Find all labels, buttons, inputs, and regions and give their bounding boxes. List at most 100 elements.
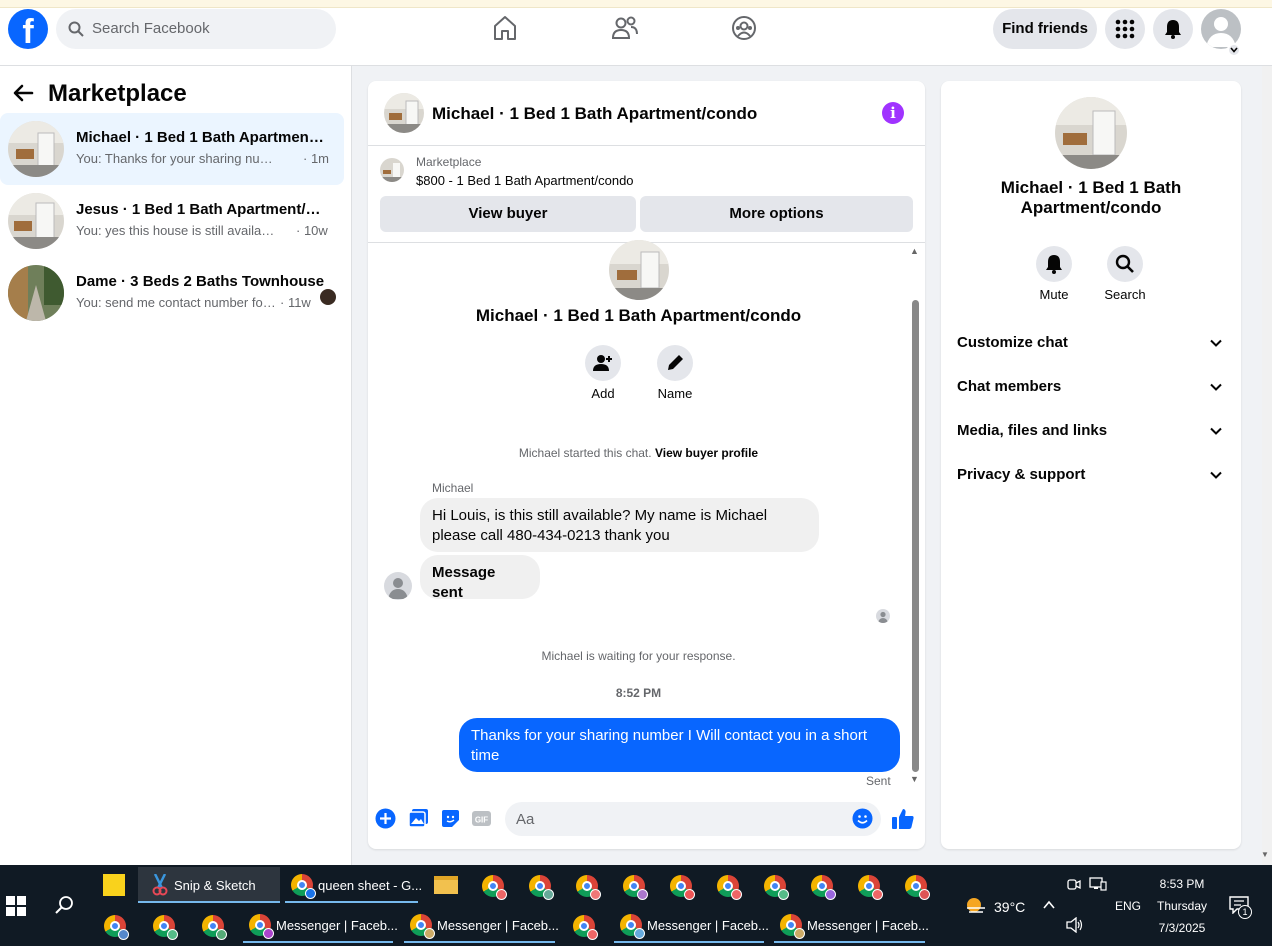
taskbar-chrome-queen-sheet[interactable]: queen sheet - G...	[285, 867, 422, 903]
chrome-icon[interactable]	[529, 875, 554, 900]
chrome-icon[interactable]	[573, 915, 598, 940]
search-facebook-input[interactable]: Search Facebook	[56, 9, 336, 49]
more-options-button[interactable]: More options	[640, 196, 913, 232]
conversation-preview: You: Thanks for your sharing number ...	[76, 151, 281, 166]
notifications-button[interactable]	[1153, 9, 1193, 49]
name-button[interactable]	[657, 345, 693, 381]
thumbs-up-icon[interactable]	[891, 807, 915, 831]
customize-chat-row[interactable]: Customize chat	[957, 334, 1227, 354]
incoming-message[interactable]: Message sent	[420, 555, 540, 601]
info-icon[interactable]: i	[882, 102, 904, 124]
conversation-time: · 10w	[296, 223, 328, 238]
sticky-notes-icon[interactable]	[103, 874, 125, 896]
row-label: Privacy & support	[957, 466, 1086, 483]
taskbar-messenger-window[interactable]: Messenger | Faceb...	[404, 907, 559, 943]
groups-icon[interactable]	[730, 14, 758, 42]
media-files-links-row[interactable]: Media, files and links	[957, 422, 1227, 442]
search-chat-button[interactable]	[1107, 246, 1143, 282]
emoji-icon[interactable]	[852, 808, 873, 829]
sender-avatar[interactable]	[384, 572, 412, 600]
clock-date[interactable]: 7/3/2025	[1152, 921, 1212, 935]
scroll-down-arrow[interactable]: ▼	[910, 774, 919, 784]
chrome-icon[interactable]	[905, 875, 930, 900]
file-explorer-icon[interactable]	[434, 876, 458, 894]
chrome-icon[interactable]	[670, 875, 695, 900]
chat-header-title[interactable]: Michael · 1 Bed 1 Bath Apartment/condo	[432, 104, 757, 124]
menu-button[interactable]	[1105, 9, 1145, 49]
volume-icon[interactable]	[1066, 917, 1084, 933]
taskbar-label: queen sheet - G...	[318, 878, 423, 893]
sender-name: Michael	[432, 481, 474, 495]
weather-temperature[interactable]: 39°C	[994, 899, 1025, 915]
page-scrollbar[interactable]	[1262, 66, 1272, 866]
facebook-logo[interactable]: f	[8, 9, 48, 49]
windows-start-icon[interactable]	[6, 896, 26, 916]
privacy-support-row[interactable]: Privacy & support	[957, 466, 1227, 486]
account-chevron[interactable]	[1227, 43, 1241, 57]
chat-started-notice: Michael started this chat. View buyer pr…	[368, 446, 909, 460]
conversation-item[interactable]: Jesus · 1 Bed 1 Bath Apartment/co... You…	[0, 185, 344, 257]
outgoing-message[interactable]: Thanks for your sharing number I Will co…	[459, 718, 900, 772]
find-friends-button[interactable]: Find friends	[993, 9, 1097, 49]
clock-time[interactable]: 8:53 PM	[1152, 877, 1212, 891]
gif-icon[interactable]: GIF	[471, 808, 492, 829]
chrome-icon[interactable]	[623, 875, 648, 900]
view-buyer-button[interactable]: View buyer	[380, 196, 636, 232]
taskbar-search-icon[interactable]	[54, 895, 74, 915]
taskbar-snip-sketch[interactable]: Snip & Sketch	[138, 867, 280, 903]
conversation-preview: You: yes this house is still available f…	[76, 223, 281, 238]
chat-members-row[interactable]: Chat members	[957, 378, 1227, 398]
chat-scrollbar-thumb[interactable]	[912, 300, 919, 772]
chrome-icon[interactable]	[153, 915, 178, 940]
conversation-item[interactable]: Dame · 3 Beds 2 Baths Townhouse You: sen…	[0, 257, 344, 329]
taskbar-messenger-window[interactable]: Messenger | Faceb...	[243, 907, 398, 943]
chevron-down-icon	[1210, 339, 1222, 347]
incoming-message[interactable]: Hi Louis, is this still available? My na…	[420, 498, 819, 552]
details-thumbnail	[1055, 97, 1127, 169]
clock-day[interactable]: Thursday	[1152, 899, 1212, 913]
listing-small-thumbnail	[380, 158, 404, 182]
add-person-icon	[593, 355, 612, 371]
chevron-down-icon	[1210, 471, 1222, 479]
conversation-item[interactable]: Michael · 1 Bed 1 Bath Apartment/... You…	[0, 113, 344, 185]
message-input[interactable]: Aa	[505, 802, 881, 836]
listing-price: $800 - 1 Bed 1 Bath Apartment/condo	[416, 173, 634, 188]
taskbar-messenger-window[interactable]: Messenger | Faceb...	[774, 907, 929, 943]
chrome-icon[interactable]	[764, 875, 789, 900]
search-placeholder: Search Facebook	[92, 20, 210, 37]
friends-icon[interactable]	[611, 14, 639, 42]
notification-count-badge: 1	[1238, 905, 1252, 919]
back-arrow-icon[interactable]	[12, 83, 34, 103]
chrome-icon[interactable]	[717, 875, 742, 900]
page-scroll-down-arrow[interactable]: ▼	[1261, 850, 1269, 859]
taskbar-label: Messenger | Faceb...	[647, 918, 769, 933]
chevron-down-icon	[1210, 427, 1222, 435]
plus-circle-icon[interactable]	[375, 808, 396, 829]
chrome-icon[interactable]	[202, 915, 227, 940]
meet-now-icon[interactable]	[1067, 877, 1081, 891]
conversation-name: Jesus · 1 Bed 1 Bath Apartment/co...	[76, 201, 326, 218]
chrome-icon[interactable]	[858, 875, 883, 900]
chrome-icon[interactable]	[576, 875, 601, 900]
chrome-icon[interactable]	[482, 875, 507, 900]
default-avatar-icon	[388, 578, 408, 599]
weather-sun-icon[interactable]	[963, 894, 989, 916]
chat-header-thumbnail[interactable]	[384, 93, 424, 133]
network-icon[interactable]	[1089, 877, 1107, 891]
conversation-time: · 11w	[280, 295, 311, 310]
sticker-icon[interactable]	[440, 808, 461, 829]
scroll-up-arrow[interactable]: ▲	[910, 246, 919, 256]
default-avatar-icon	[878, 611, 888, 623]
chevron-up-icon[interactable]	[1042, 898, 1056, 912]
chrome-icon[interactable]	[104, 915, 129, 940]
language-indicator[interactable]: ENG	[1115, 899, 1141, 913]
chrome-icon[interactable]	[811, 875, 836, 900]
taskbar-messenger-window[interactable]: Messenger | Faceb...	[614, 907, 769, 943]
search-icon	[68, 21, 84, 37]
mute-button[interactable]	[1036, 246, 1072, 282]
view-buyer-profile-link[interactable]: View buyer profile	[655, 446, 758, 460]
photo-icon[interactable]	[408, 808, 429, 829]
add-button[interactable]	[585, 345, 621, 381]
home-icon[interactable]	[492, 14, 518, 42]
message-input-placeholder: Aa	[516, 811, 535, 828]
